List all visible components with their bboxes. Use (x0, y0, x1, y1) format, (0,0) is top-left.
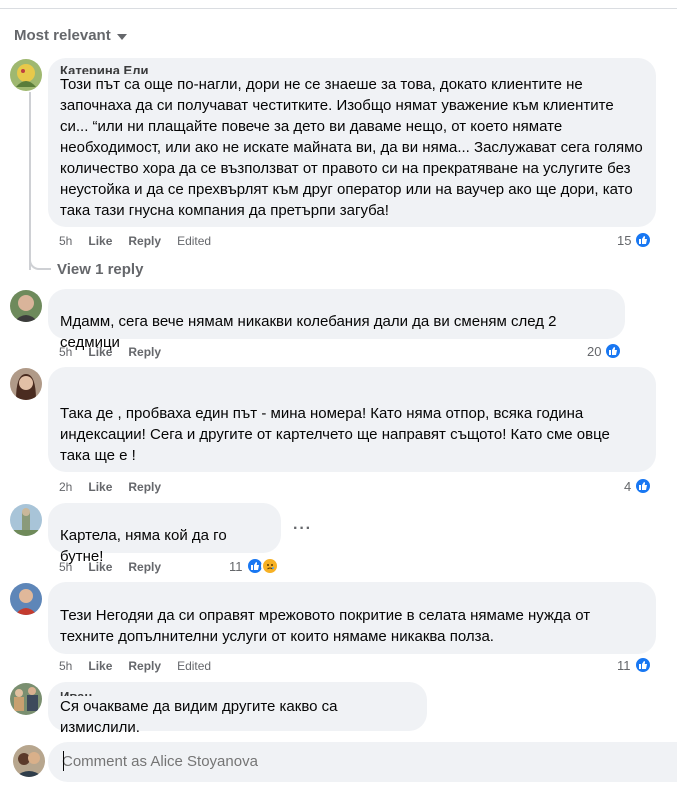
comment-bubble: Тези Негодяи да си оправят мрежовото пок… (48, 582, 656, 654)
like-button[interactable]: Like (88, 560, 112, 574)
reply-button[interactable]: Reply (128, 345, 161, 359)
reaction-count[interactable]: 11 (229, 557, 279, 575)
sad-reaction-icon (260, 557, 279, 575)
avatar[interactable] (10, 683, 42, 715)
comment-time[interactable]: 5h (59, 659, 72, 673)
reaction-number: 20 (587, 343, 602, 359)
reply-button[interactable]: Reply (128, 234, 161, 248)
avatar[interactable] (10, 59, 42, 91)
current-user-avatar[interactable] (13, 745, 45, 777)
avatar[interactable] (10, 368, 42, 400)
reaction-count[interactable]: 15 (617, 231, 653, 249)
comment-text: Така де , пробваха един път - мина номер… (60, 405, 610, 464)
like-button[interactable]: Like (88, 234, 112, 248)
top-divider (0, 8, 677, 9)
comment-author[interactable]: Катерина Ели (60, 64, 644, 74)
comment-time[interactable]: 2h (59, 480, 72, 494)
reaction-number: 11 (229, 558, 243, 574)
comment-time[interactable]: 5h (59, 234, 72, 248)
like-reaction-icon (634, 477, 653, 495)
avatar[interactable] (10, 290, 42, 322)
thread-line (29, 92, 31, 270)
comment-actions: 5h Like Reply Edited (59, 659, 211, 673)
reaction-number: 11 (617, 657, 631, 673)
comment-actions: 5h Like Reply (59, 345, 161, 359)
comment-time[interactable]: 5h (59, 560, 72, 574)
comment-input[interactable] (48, 742, 677, 782)
comment-bubble: Така де , пробваха един път - мина номер… (48, 367, 656, 472)
reply-button[interactable]: Reply (128, 659, 161, 673)
like-reaction-icon (634, 231, 653, 249)
more-options-button[interactable]: ··· (293, 520, 312, 538)
text-cursor (63, 751, 64, 771)
like-button[interactable]: Like (88, 345, 112, 359)
comment-composer (0, 738, 677, 787)
avatar[interactable] (10, 583, 42, 615)
edited-label: Edited (177, 659, 212, 673)
reaction-count[interactable]: 11 (617, 656, 652, 674)
comment-bubble: Иван Ся очакваме да видим другите какво … (48, 682, 427, 736)
comment-bubble: Мдамм, сега вече нямам никакви колебания… (48, 289, 625, 351)
comment-text: Тези Негодяи да си оправят мрежовото пок… (60, 607, 591, 645)
view-replies-link[interactable]: View 1 reply (57, 261, 143, 278)
caret-down-icon (116, 33, 127, 40)
comment-actions: 5h Like Reply Edited (59, 234, 211, 248)
comment-actions: 2h Like Reply (59, 480, 161, 494)
reply-button[interactable]: Reply (128, 480, 161, 494)
thread-curve (29, 253, 51, 270)
reaction-count[interactable]: 20 (587, 342, 623, 360)
like-button[interactable]: Like (88, 659, 112, 673)
reaction-number: 4 (624, 478, 632, 494)
reaction-number: 15 (617, 232, 632, 248)
comment-time[interactable]: 5h (59, 345, 72, 359)
reply-button[interactable]: Reply (128, 560, 161, 574)
reaction-count[interactable]: 4 (624, 477, 653, 495)
like-reaction-icon (604, 342, 623, 360)
avatar[interactable] (10, 504, 42, 536)
comment-text: Ся очакваме да видим другите какво са из… (60, 698, 338, 736)
sort-label: Most relevant (14, 27, 111, 44)
like-button[interactable]: Like (88, 480, 112, 494)
comment-bubble: Картела, няма кой да го бутне! (48, 503, 281, 565)
comment-text: Този път са още по-нагли, дори не се зна… (60, 76, 643, 219)
comment-bubble: Катерина Ели Този път са още по-нагли, д… (48, 58, 656, 227)
sort-dropdown[interactable]: Most relevant (14, 27, 127, 44)
comment-actions: 5h Like Reply (59, 560, 161, 574)
like-reaction-icon (633, 656, 652, 674)
edited-label: Edited (177, 234, 212, 248)
